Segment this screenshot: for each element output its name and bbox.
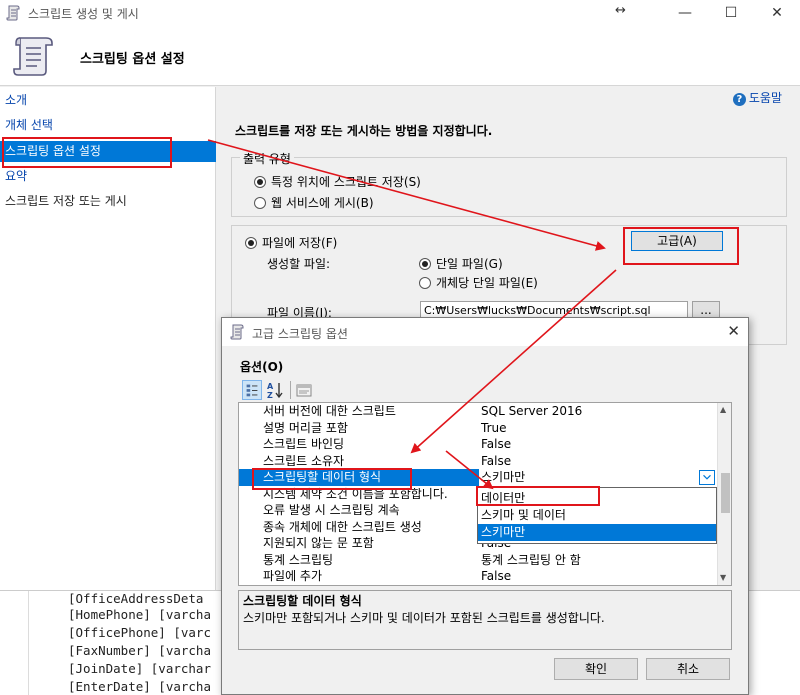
output-type-group: 출력 유형 특정 위치에 스크립트 저장(S) 웹 서비스에 게시(B) xyxy=(231,150,787,217)
code-line: [JoinDate] [varchar xyxy=(68,661,211,676)
code-line: [HomePhone] [varcha xyxy=(68,607,211,622)
option-row[interactable]: 스크립트 소유자 False xyxy=(239,453,717,470)
file-per-object-radio[interactable]: 개체당 단일 파일(E) xyxy=(419,274,538,291)
svg-text:A: A xyxy=(267,382,274,391)
radio-selected-icon xyxy=(254,176,266,188)
publish-web-radio[interactable]: 웹 서비스에 게시(B) xyxy=(254,194,374,211)
annotation-box-advanced xyxy=(623,227,739,265)
option-key: 스크립트 바인딩 xyxy=(263,437,345,451)
options-label: 옵션(O) xyxy=(240,360,284,374)
option-key: 통계 스크립팅 xyxy=(263,552,334,567)
save-script-label: 특정 위치에 스크립트 저장(S) xyxy=(271,175,421,189)
option-key: 파일에 추가 xyxy=(263,569,323,583)
sort-alphabetical-icon[interactable]: A Z xyxy=(265,380,285,400)
help-label: 도움말 xyxy=(748,91,782,105)
publish-web-label: 웹 서비스에 게시(B) xyxy=(271,196,374,210)
option-key: 설명 머리글 포함 xyxy=(263,420,348,435)
resize-cursor-icon: ↔ xyxy=(615,3,626,18)
radio-selected-icon xyxy=(419,258,431,270)
single-file-label: 단일 파일(G) xyxy=(436,257,503,271)
description-title: 스크립팅할 데이터 형식 xyxy=(243,594,362,608)
chevron-down-icon[interactable] xyxy=(699,470,715,485)
annotation-box-data-type xyxy=(252,468,412,490)
save-script-radio[interactable]: 특정 위치에 스크립트 저장(S) xyxy=(254,173,421,190)
option-row[interactable]: 설명 머리글 포함 True xyxy=(239,420,717,437)
radio-selected-icon xyxy=(245,237,257,249)
description-panel: 스크립팅할 데이터 형식 스키마만 포함되거나 스키마 및 데이터가 포함된 스… xyxy=(238,590,732,650)
close-button[interactable]: ✕ xyxy=(754,0,800,26)
title-bar: 스크립트 생성 및 게시 ↔ — ☐ ✕ xyxy=(0,0,800,26)
window-title: 스크립트 생성 및 게시 xyxy=(28,7,139,21)
option-row[interactable]: 서버 버전에 대한 스크립트 SQL Server 2016 xyxy=(239,403,717,420)
option-key: 지원되지 않는 문 포함 xyxy=(263,536,374,550)
description-text: 스키마만 포함되거나 스키마 및 데이터가 포함된 스크립트를 생성합니다. xyxy=(243,611,605,625)
code-line: [OfficePhone] [varc xyxy=(68,625,211,640)
scroll-icon xyxy=(13,37,53,76)
options-scrollbar[interactable]: ▲ ▼ xyxy=(717,403,731,585)
scroll-down-icon[interactable]: ▼ xyxy=(720,573,726,582)
option-key: 종속 개체에 대한 스크립트 생성 xyxy=(263,519,422,534)
script-icon xyxy=(6,5,20,21)
script-icon xyxy=(230,324,244,340)
svg-text:Z: Z xyxy=(267,391,273,400)
save-to-file-label: 파일에 저장(F) xyxy=(262,236,338,250)
toolbar-separator xyxy=(290,381,291,399)
option-row[interactable]: 스크립트 바인딩 False xyxy=(239,436,717,453)
dialog-title: 고급 스크립팅 옵션 xyxy=(252,327,348,341)
option-value: False xyxy=(481,453,512,468)
nav-item-summary[interactable]: 요약 xyxy=(0,166,216,187)
nav-item-intro[interactable]: 소개 xyxy=(0,90,216,111)
option-key: 스크립트 소유자 xyxy=(263,453,345,468)
annotation-box-nav xyxy=(2,137,172,168)
advanced-options-dialog: 고급 스크립팅 옵션 ✕ 옵션(O) A Z 서버 버전에 대한 스크립트 SQL… xyxy=(221,317,749,695)
nav-item-select-objects[interactable]: 개체 선택 xyxy=(0,115,216,136)
scroll-up-icon[interactable]: ▲ xyxy=(720,405,726,414)
option-value[interactable]: 스키마만 xyxy=(479,469,717,486)
help-icon: ? xyxy=(732,93,746,106)
option-value: 통계 스크립팅 안 함 xyxy=(481,552,581,567)
help-link[interactable]: ? 도움말 xyxy=(732,89,782,106)
radio-empty-icon xyxy=(254,197,266,209)
code-line: [EnterDate] [varcha xyxy=(68,679,211,694)
annotation-box-data-only xyxy=(476,486,600,506)
categorized-icon[interactable] xyxy=(242,380,262,400)
option-value: False xyxy=(481,569,512,583)
option-row[interactable]: 통계 스크립팅 통계 스크립팅 안 함 xyxy=(239,552,717,569)
property-pages-icon[interactable] xyxy=(294,380,314,400)
files-to-generate-label: 생성할 파일: xyxy=(267,257,331,271)
option-value: False xyxy=(481,437,512,451)
single-file-radio[interactable]: 단일 파일(G) xyxy=(419,255,503,272)
wizard-header: 스크립팅 옵션 설정 xyxy=(0,26,800,86)
code-line: [OfficeAddressDeta xyxy=(68,591,204,606)
dialog-title-bar: 고급 스크립팅 옵션 ✕ xyxy=(222,318,748,346)
nav-item-save-or-publish: 스크립트 저장 또는 게시 xyxy=(5,194,127,208)
radio-empty-icon xyxy=(419,277,431,289)
output-type-legend: 출력 유형 xyxy=(240,150,294,167)
option-row[interactable]: 파일에 추가 False xyxy=(239,568,717,585)
cancel-button[interactable]: 취소 xyxy=(646,658,730,680)
option-value: True xyxy=(481,420,507,435)
file-per-object-label: 개체당 단일 파일(E) xyxy=(436,276,538,290)
option-key: 서버 버전에 대한 스크립트 xyxy=(263,404,396,418)
scroll-thumb[interactable] xyxy=(721,473,730,513)
save-to-file-radio[interactable]: 파일에 저장(F) xyxy=(245,234,337,251)
instruction-text: 스크립트를 저장 또는 게시하는 방법을 지정합니다. xyxy=(235,124,493,138)
dropdown-option-schema-only[interactable]: 스키마만 xyxy=(478,524,716,541)
option-value: SQL Server 2016 xyxy=(481,404,583,418)
option-key: 오류 발생 시 스크립팅 계속 xyxy=(263,503,400,517)
editor-gutter xyxy=(28,591,29,695)
ok-button[interactable]: 확인 xyxy=(554,658,638,680)
dropdown-option-schema-and-data[interactable]: 스키마 및 데이터 xyxy=(478,507,716,524)
maximize-button[interactable]: ☐ xyxy=(708,0,754,26)
minimize-button[interactable]: — xyxy=(662,0,708,26)
code-line: [FaxNumber] [varcha xyxy=(68,643,211,658)
dialog-close-button[interactable]: ✕ xyxy=(727,322,740,340)
page-title: 스크립팅 옵션 설정 xyxy=(80,52,185,67)
